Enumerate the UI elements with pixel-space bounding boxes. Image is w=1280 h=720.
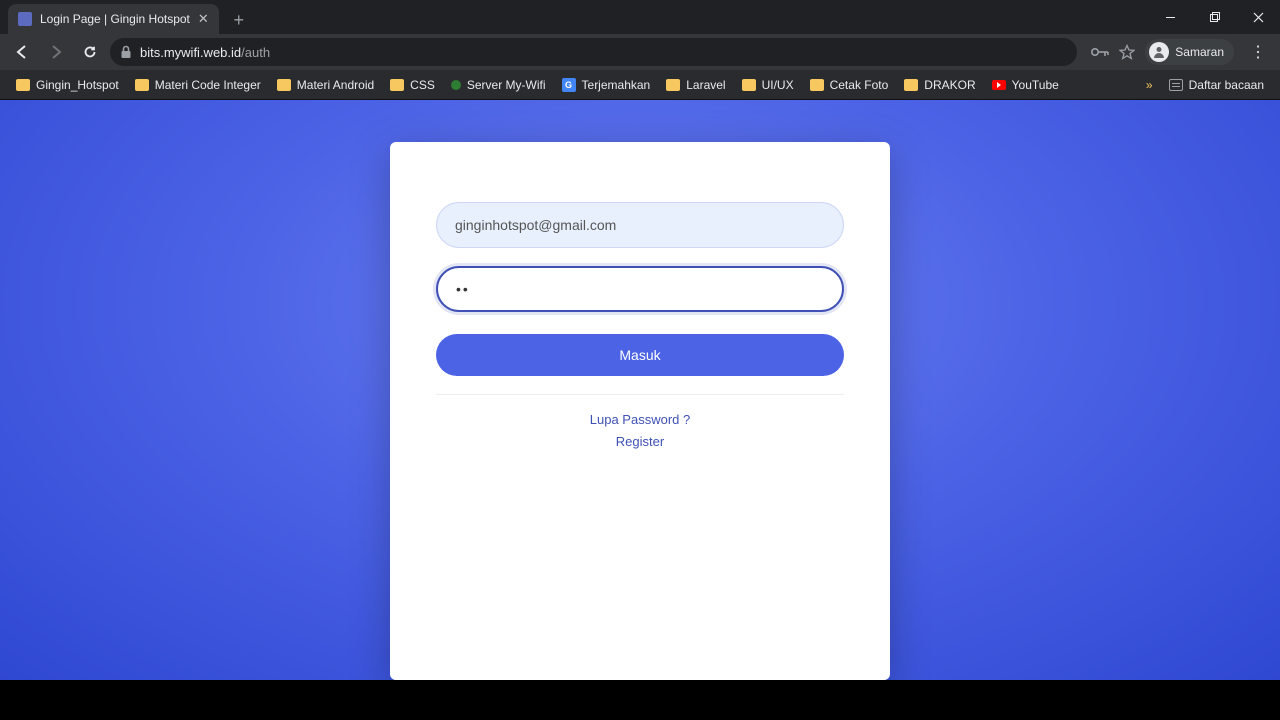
bookmark-label: Terjemahkan (582, 78, 651, 92)
bookmark-item[interactable]: YouTube (986, 74, 1065, 96)
login-links: Lupa Password ? Register (436, 409, 844, 453)
omnibox[interactable]: bits.mywifi.web.id/auth (110, 38, 1077, 66)
bookmark-item[interactable]: G Terjemahkan (556, 74, 657, 96)
minimize-button[interactable] (1148, 0, 1192, 34)
url-text: bits.mywifi.web.id/auth (140, 45, 270, 60)
maximize-icon (1209, 12, 1220, 23)
avatar-icon (1149, 42, 1169, 62)
bookmark-label: UI/UX (762, 78, 794, 92)
bookmark-item[interactable]: Gingin_Hotspot (10, 74, 125, 96)
folder-icon (810, 79, 824, 91)
bookmarks-bar: Gingin_Hotspot Materi Code Integer Materi … (0, 70, 1280, 100)
reading-list-button[interactable]: Daftar bacaan (1163, 74, 1270, 96)
bookmark-label: Cetak Foto (830, 78, 889, 92)
profile-chip[interactable]: Samaran (1145, 39, 1234, 65)
bookmark-label: Laravel (686, 78, 725, 92)
bookmark-label: YouTube (1012, 78, 1059, 92)
bookmark-label: DRAKOR (924, 78, 975, 92)
bookmark-item[interactable]: DRAKOR (898, 74, 981, 96)
bookmark-item[interactable]: Materi Android (271, 74, 380, 96)
bottom-black-bar (0, 680, 1280, 720)
toolbar-right: Samaran ⋮ (1091, 39, 1272, 65)
close-window-button[interactable] (1236, 0, 1280, 34)
gt-icon: G (562, 78, 576, 92)
profile-name: Samaran (1175, 45, 1224, 59)
forward-button[interactable] (42, 38, 70, 66)
close-icon (1253, 12, 1264, 23)
minimize-icon (1165, 12, 1176, 23)
bookmark-item[interactable]: Laravel (660, 74, 731, 96)
lock-icon (120, 45, 132, 59)
close-tab-icon[interactable]: ✕ (198, 11, 209, 27)
arrow-right-icon (48, 44, 64, 60)
url-path: /auth (241, 45, 270, 60)
bookmark-star-icon[interactable] (1119, 44, 1135, 60)
folder-icon (135, 79, 149, 91)
bookmark-label: Server My-Wifi (467, 78, 546, 92)
bookmark-item[interactable]: UI/UX (736, 74, 800, 96)
new-tab-button[interactable]: + (225, 6, 253, 34)
bookmark-item[interactable]: CSS (384, 74, 441, 96)
folder-icon (277, 79, 291, 91)
bookmark-item[interactable]: Server My-Wifi (445, 74, 552, 96)
browser-tab[interactable]: Login Page | Gingin Hotspot ✕ (8, 4, 219, 34)
yt-icon (992, 80, 1006, 90)
divider (436, 394, 844, 395)
folder-icon (742, 79, 756, 91)
bookmark-item[interactable]: Cetak Foto (804, 74, 895, 96)
forgot-password-link[interactable]: Lupa Password ? (436, 409, 844, 431)
maximize-button[interactable] (1192, 0, 1236, 34)
bookmark-label: CSS (410, 78, 435, 92)
url-host: bits.mywifi.web.id (140, 45, 241, 60)
bookmark-item[interactable]: Materi Code Integer (129, 74, 267, 96)
bookmarks-overflow[interactable]: » (1140, 74, 1159, 96)
register-link[interactable]: Register (436, 431, 844, 453)
bookmark-label: Materi Code Integer (155, 78, 261, 92)
favicon-icon (18, 12, 32, 26)
reading-list-label: Daftar bacaan (1189, 78, 1264, 92)
password-field[interactable] (436, 266, 844, 312)
email-field[interactable] (436, 202, 844, 248)
folder-icon (904, 79, 918, 91)
login-card: Masuk Lupa Password ? Register (390, 142, 890, 680)
bookmark-label: Materi Android (297, 78, 374, 92)
chevron-right-icon: » (1146, 78, 1153, 92)
browser-window: Login Page | Gingin Hotspot ✕ + (0, 0, 1280, 720)
back-button[interactable] (8, 38, 36, 66)
dot-green-icon (451, 80, 461, 90)
viewport: Masuk Lupa Password ? Register (0, 100, 1280, 720)
arrow-left-icon (14, 44, 30, 60)
bookmark-label: Gingin_Hotspot (36, 78, 119, 92)
tab-title: Login Page | Gingin Hotspot (40, 12, 190, 26)
reload-button[interactable] (76, 38, 104, 66)
reading-list-icon (1169, 79, 1183, 91)
page-background: Masuk Lupa Password ? Register (0, 100, 1280, 680)
reload-icon (82, 44, 98, 60)
password-key-icon[interactable] (1091, 46, 1109, 58)
tab-bar: Login Page | Gingin Hotspot ✕ + (0, 0, 1280, 34)
folder-icon (666, 79, 680, 91)
address-bar: bits.mywifi.web.id/auth Samaran ⋮ (0, 34, 1280, 70)
folder-icon (390, 79, 404, 91)
window-controls (1148, 0, 1280, 34)
menu-button[interactable]: ⋮ (1244, 42, 1272, 62)
folder-icon (16, 79, 30, 91)
login-button[interactable]: Masuk (436, 334, 844, 376)
